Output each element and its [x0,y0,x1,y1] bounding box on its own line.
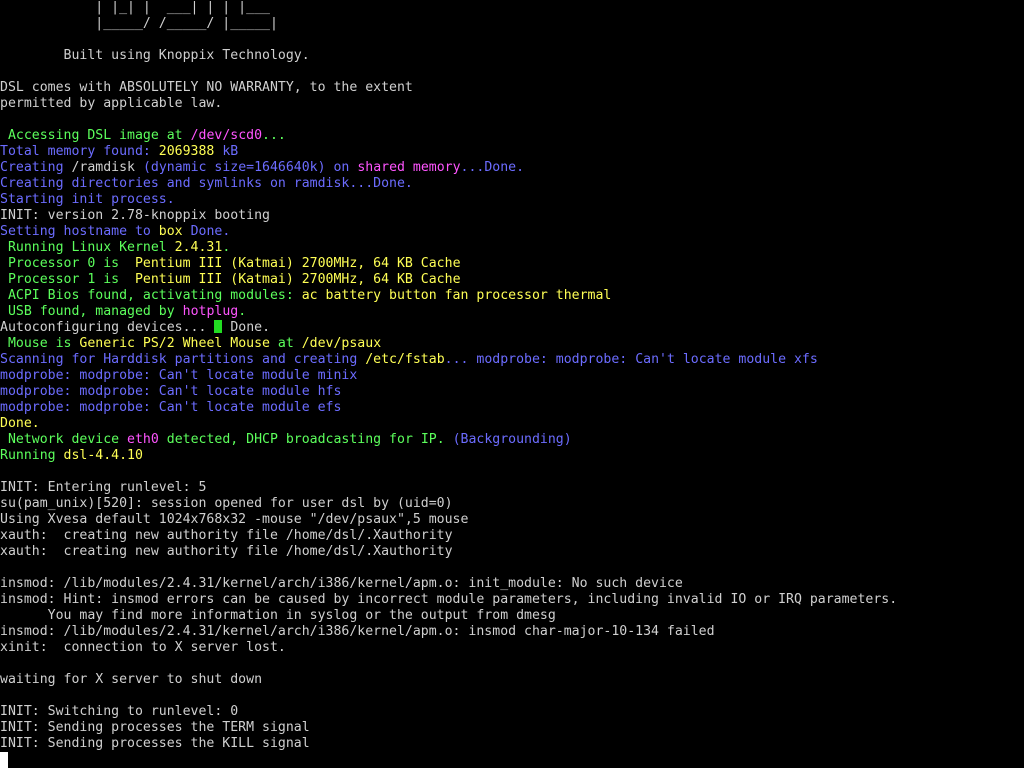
ascii-logo-line-2: |_____/ /_____/ |_____| [0,16,278,31]
text-cursor [0,752,8,768]
runlevel-enter-line: INIT: Entering runlevel: 5 [0,480,207,495]
runlevel-switch-line: INIT: Switching to runlevel: 0 [0,704,239,719]
access-suffix: ... [262,128,286,143]
access-prefix: Accessing DSL image at [0,128,191,143]
kernel-version: 2.4.31 [174,240,223,255]
hostname-line: Setting hostname to box Done. [0,224,230,240]
hostname-prefix: Setting hostname to [0,224,159,239]
ramdisk-line: Creating /ramdisk (dynamic size=1646640k… [0,160,524,176]
mouse-line: Mouse is Generic PS/2 Wheel Mouse at /de… [0,336,381,352]
usb-line: USB found, managed by hotplug. [0,304,246,320]
modprobe-efs-line: modprobe: modprobe: Can't locate module … [0,400,342,415]
hostname-value: box [158,224,183,239]
acpi-line: ACPI Bios found, activating modules: ac … [0,288,611,304]
memory-label: Total memory found: [0,144,159,159]
access-device: /dev/scd0 [190,128,263,143]
insmod-hint-line: insmod: Hint: insmod errors can be cause… [0,592,898,607]
ramdisk-prefix: Creating [0,160,72,175]
init-process-line: Starting init process. [0,192,175,207]
acpi-modules: ac battery button fan processor thermal [301,288,612,303]
scan-file: /etc/fstab [365,352,445,367]
modprobe-minix-line: modprobe: modprobe: Can't locate module … [0,368,358,383]
ramdisk-done: ...Done. [460,160,525,175]
usb-label: USB found, managed by [0,304,183,319]
network-label: Network device [0,432,128,447]
built-with-line: Built using Knoppix Technology. [0,48,310,63]
ascii-logo-line-1: | |_| | ___| | | |___ [0,0,270,15]
accessing-image-line: Accessing DSL image at /dev/scd0... [0,128,286,144]
ramdisk-name: /ramdisk [71,160,135,175]
usb-value: hotplug [182,304,239,319]
autoconfig-line: Autoconfiguring devices... Done. [0,320,270,336]
init-version-line: INIT: version 2.78-knoppix booting [0,208,270,223]
total-memory-line: Total memory found: 2069388 kB [0,144,238,160]
usb-dot: . [238,304,247,319]
mouse-device: /dev/psaux [301,336,382,351]
kernel-dot: . [222,240,231,255]
directories-line: Creating directories and symlinks on ram… [0,176,413,191]
warranty-line-2: permitted by applicable law. [0,96,223,111]
network-line: Network device eth0 detected, DHCP broad… [0,432,572,448]
processor-0-label: Processor 0 is [0,256,135,271]
xinit-line: xinit: connection to X server lost. [0,640,286,655]
scan-suffix: ... modprobe: modprobe: Can't locate mod… [444,352,818,367]
ramdisk-mid: (dynamic size=1646640k) on [135,160,358,175]
network-mid: detected, DHCP broadcasting for IP. [158,432,453,447]
kernel-line: Running Linux Kernel 2.4.31. [0,240,230,256]
processor-1-value: Pentium III (Katmai) 2700MHz, 64 KB Cach… [134,272,461,287]
warranty-line-1: DSL comes with ABSOLUTELY NO WARRANTY, t… [0,80,413,95]
mouse-at: at [269,336,302,351]
network-background: (Backgrounding) [452,432,572,447]
xvesa-line: Using Xvesa default 1024x768x32 -mouse "… [0,512,469,527]
memory-value: 2069388 [158,144,215,159]
hostname-done: Done. [182,224,231,239]
processor-0-value: Pentium III (Katmai) 2700MHz, 64 KB Cach… [134,256,461,271]
kernel-label: Running Linux Kernel [0,240,175,255]
xauth-line-1: xauth: creating new authority file /home… [0,528,453,543]
running-line: Running dsl-4.4.10 [0,448,143,464]
acpi-label: ACPI Bios found, activating modules: [0,288,302,303]
scan-harddisk-line: Scanning for Harddisk partitions and cre… [0,352,818,368]
insmod-error-line-2: insmod: /lib/modules/2.4.31/kernel/arch/… [0,624,715,639]
modprobe-hfs-line: modprobe: modprobe: Can't locate module … [0,384,342,399]
ramdisk-shared: shared memory [357,160,461,175]
mouse-value: Generic PS/2 Wheel Mouse [79,336,270,351]
mouse-label: Mouse is [0,336,80,351]
processor-1-line: Processor 1 is Pentium III (Katmai) 2700… [0,272,461,288]
running-label: Running [0,448,64,463]
su-session-line: su(pam_unix)[520]: session opened for us… [0,496,453,511]
xauth-line-2: xauth: creating new authority file /home… [0,544,453,559]
waiting-line: waiting for X server to shut down [0,672,263,687]
autoconfig-done: Done. [222,320,271,335]
autoconfig-label: Autoconfiguring devices... [0,320,215,335]
processor-0-line: Processor 0 is Pentium III (Katmai) 2700… [0,256,461,272]
scan-prefix: Scanning for Harddisk partitions and cre… [0,352,366,367]
processor-1-label: Processor 1 is [0,272,135,287]
kill-signal-line: INIT: Sending processes the KILL signal [0,736,310,751]
network-interface: eth0 [127,432,159,447]
console-screen: | |_| | ___| | | |___ |_____/ /_____/ |_… [0,0,1024,768]
term-signal-line: INIT: Sending processes the TERM signal [0,720,310,735]
insmod-hint-line-2: You may find more information in syslog … [0,608,556,623]
insmod-error-line-1: insmod: /lib/modules/2.4.31/kernel/arch/… [0,576,683,591]
memory-unit: kB [214,144,239,159]
running-value: dsl-4.4.10 [63,448,143,463]
done-line: Done. [0,416,40,431]
